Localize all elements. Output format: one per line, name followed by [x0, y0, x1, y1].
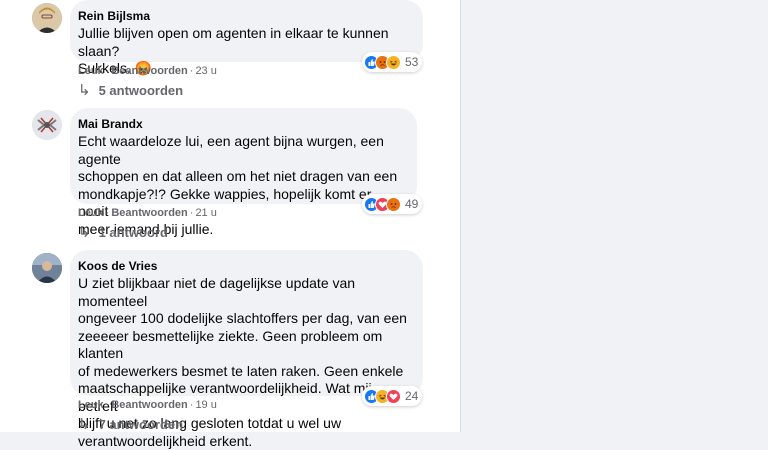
like-link[interactable]: Leuk: [78, 65, 104, 77]
comment-actions: Leuk · Beantwoorden · 23 u: [78, 65, 217, 77]
reactions-summary[interactable]: 53: [362, 52, 423, 72]
avatar[interactable]: [32, 3, 62, 33]
reaction-count: 49: [405, 197, 419, 211]
angry-icon: [386, 196, 401, 212]
comment-author[interactable]: Rein Bijlsma: [78, 8, 411, 24]
reaction-count: 24: [405, 389, 419, 403]
comments-panel: Rein Bijlsma Jullie blijven open om agen…: [0, 0, 460, 449]
timestamp[interactable]: 19 u: [195, 399, 216, 411]
timestamp[interactable]: 21 u: [195, 207, 216, 219]
reply-link[interactable]: Beantwoorden: [111, 207, 187, 219]
view-replies-link[interactable]: ↳ 1 antwoord: [78, 225, 168, 241]
replies-count[interactable]: 1 antwoord: [99, 225, 168, 241]
reply-link[interactable]: Beantwoorden: [111, 65, 187, 77]
avatar[interactable]: [32, 110, 62, 140]
reactions-summary[interactable]: 24: [362, 386, 423, 406]
view-replies-link[interactable]: ↳ 7 antwoorden: [78, 417, 183, 433]
comment-actions: Leuk · Beantwoorden · 21 u: [78, 207, 217, 219]
reply-arrow-icon: ↳: [78, 224, 91, 241]
comment-text: Echt waardeloze lui, een agent bijna wur…: [78, 133, 398, 237]
comment-actions: Leuk · Beantwoorden · 19 u: [78, 399, 217, 411]
love-icon: [386, 388, 401, 404]
haha-icon: [386, 54, 401, 70]
reaction-count: 53: [405, 55, 419, 69]
timestamp[interactable]: 23 u: [195, 65, 216, 77]
comment-bubble: Koos de Vries U ziet blijkbaar niet de d…: [70, 250, 423, 449]
reply-arrow-icon: ↳: [78, 82, 91, 99]
replies-count[interactable]: 5 antwoorden: [99, 83, 184, 99]
like-link[interactable]: Leuk: [78, 207, 104, 219]
comment-author[interactable]: Mai Brandx: [78, 116, 405, 132]
comment-author[interactable]: Koos de Vries: [78, 258, 411, 274]
comment-bubble: Mai Brandx Echt waardeloze lui, een agen…: [70, 108, 417, 237]
replies-count[interactable]: 7 antwoorden: [99, 417, 184, 433]
panel-divider: [460, 0, 461, 432]
like-link[interactable]: Leuk: [78, 399, 104, 411]
view-replies-link[interactable]: ↳ 5 antwoorden: [78, 83, 183, 99]
reactions-summary[interactable]: 49: [362, 194, 423, 214]
avatar[interactable]: [32, 253, 62, 283]
reply-arrow-icon: ↳: [78, 416, 91, 433]
reply-link[interactable]: Beantwoorden: [111, 399, 187, 411]
